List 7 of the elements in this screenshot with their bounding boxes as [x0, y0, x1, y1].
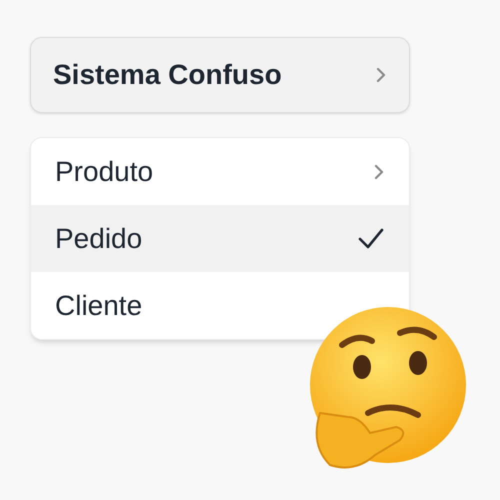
dropdown-button[interactable]: Sistema Confuso [30, 37, 410, 113]
checkmark-icon [357, 226, 385, 250]
chevron-right-icon [373, 162, 385, 180]
chevron-right-icon [375, 66, 387, 84]
menu-item[interactable]: Cliente [55, 284, 142, 326]
menu-item[interactable]: Produto [55, 150, 154, 192]
menu-item[interactable]: Pedido [55, 218, 142, 260]
